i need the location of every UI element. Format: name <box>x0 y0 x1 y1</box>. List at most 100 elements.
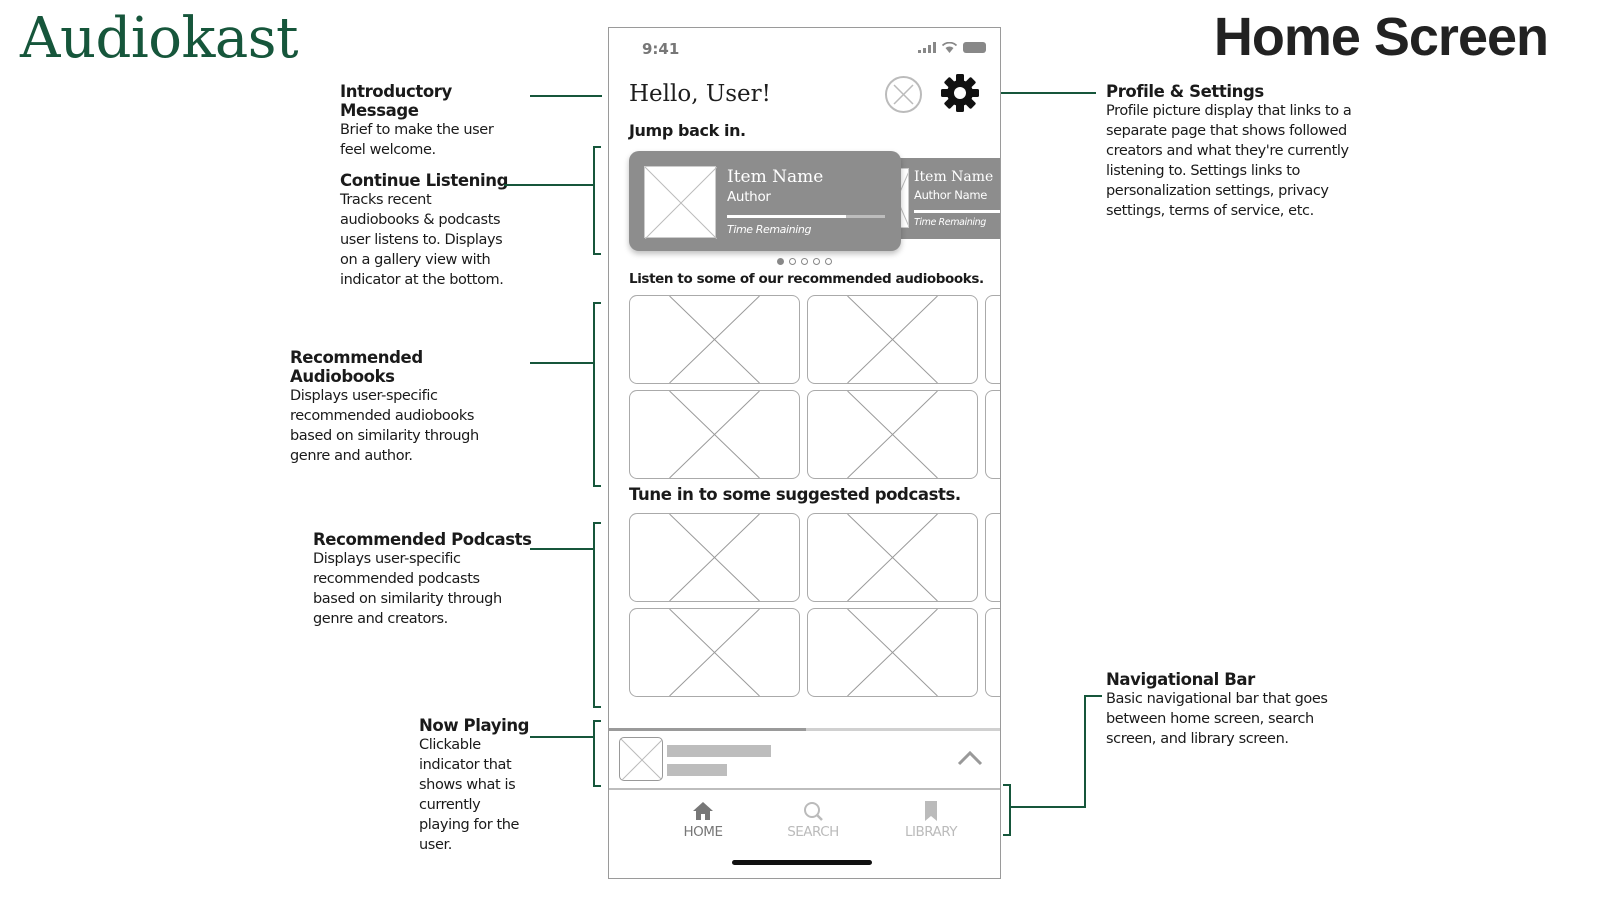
continue-card[interactable]: Item Name Author Time Remaining <box>629 151 901 251</box>
card-author: Author <box>727 189 771 205</box>
chevron-up-icon[interactable] <box>956 747 984 769</box>
audiobook-tile[interactable] <box>807 390 978 479</box>
bracket-podcasts-bottom <box>593 706 601 708</box>
annotation-line: Displays user-specific <box>290 388 438 404</box>
connector-nowplaying-h <box>530 736 594 738</box>
carousel-dot[interactable] <box>825 258 832 265</box>
connector-audiobooks-h <box>530 362 594 364</box>
annotation-line: Clickable <box>419 737 481 753</box>
annotation-title: Profile & Settings <box>1106 82 1264 101</box>
nav-library-label: LIBRARY <box>904 824 958 840</box>
annotation-profile-settings: Profile & Settings Profile picture displ… <box>1106 82 1386 221</box>
avatar[interactable] <box>885 76 922 113</box>
now-playing-bar[interactable] <box>609 728 1000 790</box>
placeholder-x-icon <box>986 514 1001 601</box>
annotation-title: Introductory Message <box>340 82 452 120</box>
card-progress-fill <box>727 215 846 218</box>
annotation-line: user. <box>419 837 452 853</box>
annotation-line: feel welcome. <box>340 142 436 158</box>
home-indicator[interactable] <box>732 860 872 865</box>
bracket-nowplaying-bottom <box>593 785 601 787</box>
now-playing-title-placeholder <box>667 745 771 757</box>
podcast-tile[interactable] <box>807 513 978 602</box>
nav-library[interactable]: LIBRARY <box>891 800 971 840</box>
carousel-dot[interactable] <box>789 258 796 265</box>
connector-podcasts-h <box>530 548 594 550</box>
annotation-line: personalization settings, privacy <box>1106 183 1329 199</box>
annotation-line: currently <box>419 797 481 813</box>
placeholder-x-icon <box>986 609 1001 696</box>
bracket-navbar-bottom <box>1003 834 1011 836</box>
placeholder-x-icon <box>893 84 914 105</box>
bracket-nowplaying-top <box>593 720 601 722</box>
card-author: Author Name <box>914 188 987 202</box>
gear-icon[interactable] <box>940 73 980 113</box>
audiobook-tile[interactable] <box>629 390 800 479</box>
now-playing-progress <box>609 728 806 731</box>
annotation-continue-listening: Continue Listening Tracks recent audiobo… <box>340 171 530 290</box>
brand-logo: Audiokast <box>20 6 299 71</box>
connector-intro <box>530 95 602 97</box>
podcast-tile[interactable] <box>629 608 800 697</box>
annotation-line: playing for the <box>419 817 520 833</box>
audiobook-tile[interactable] <box>807 295 978 384</box>
annotation-line: recommended podcasts <box>313 571 480 587</box>
nav-search[interactable]: SEARCH <box>773 800 853 840</box>
carousel-dot[interactable] <box>777 258 784 265</box>
bookmark-icon <box>925 801 937 821</box>
podcast-tile[interactable] <box>629 513 800 602</box>
wifi-icon <box>942 42 957 53</box>
connector-navbar-h <box>1085 695 1102 697</box>
annotation-line: listening to. Settings links to <box>1106 163 1301 179</box>
audiobook-tile[interactable] <box>985 295 1000 384</box>
annotation-line: Displays user-specific <box>313 551 461 567</box>
bracket-podcasts-v <box>593 522 595 708</box>
audiobook-tile[interactable] <box>985 390 1001 479</box>
annotation-line: screen, and library screen. <box>1106 731 1289 747</box>
bracket-continue-v <box>593 146 595 255</box>
status-icons <box>918 42 986 53</box>
bracket-navbar-v <box>1009 784 1011 836</box>
placeholder-x-icon <box>986 391 1001 478</box>
card-item-name: Item Name <box>914 169 994 185</box>
podcast-tile[interactable] <box>807 608 978 697</box>
annotation-line: on a gallery view with <box>340 252 491 268</box>
annotation-title: Continue Listening <box>340 171 508 190</box>
placeholder-x-icon <box>669 514 760 601</box>
annotation-line: settings, terms of service, etc. <box>1106 203 1314 219</box>
connector-navbar-v <box>1084 695 1086 807</box>
carousel-indicator[interactable] <box>777 258 832 265</box>
carousel-dot[interactable] <box>813 258 820 265</box>
audiobook-tile[interactable] <box>629 295 800 384</box>
podcast-tile[interactable] <box>985 608 1001 697</box>
annotation-navigational-bar: Navigational Bar Basic navigational bar … <box>1106 670 1366 749</box>
nav-search-label: SEARCH <box>787 824 839 840</box>
annotation-line: genre and author. <box>290 448 413 464</box>
bracket-audiobooks-bottom <box>593 485 601 487</box>
card-thumbnail <box>644 166 718 240</box>
connector-profile <box>1000 92 1096 94</box>
bracket-audiobooks-top <box>593 302 601 304</box>
placeholder-x-icon <box>847 391 938 478</box>
annotation-line: based on similarity through <box>313 591 502 607</box>
placeholder-x-icon <box>847 609 938 696</box>
bracket-podcasts-top <box>593 522 601 524</box>
annotation-line: genre and creators. <box>313 611 448 627</box>
status-time: 9:41 <box>642 40 680 58</box>
recommended-audiobooks-title: Listen to some of our recommended audiob… <box>629 271 984 287</box>
annotation-line: separate page that shows followed <box>1106 123 1347 139</box>
signal-icon <box>918 42 936 53</box>
annotation-line: indicator that <box>419 757 512 773</box>
nav-home-label: HOME <box>683 824 723 840</box>
bracket-continue-top <box>593 146 601 148</box>
annotation-title: Recommended Audiobooks <box>290 348 423 386</box>
placeholder-x-icon <box>620 738 662 780</box>
bracket-audiobooks-v <box>593 302 595 487</box>
nav-home[interactable]: HOME <box>663 800 743 840</box>
phone-frame: 9:41 Hello, User! Jump back in. Item Nam… <box>608 27 1001 879</box>
annotation-line: indicator at the bottom. <box>340 272 504 288</box>
suggested-podcasts-title: Tune in to some suggested podcasts. <box>629 485 961 504</box>
podcast-tile[interactable] <box>985 513 1001 602</box>
greeting-text: Hello, User! <box>629 81 771 107</box>
carousel-dot[interactable] <box>801 258 808 265</box>
